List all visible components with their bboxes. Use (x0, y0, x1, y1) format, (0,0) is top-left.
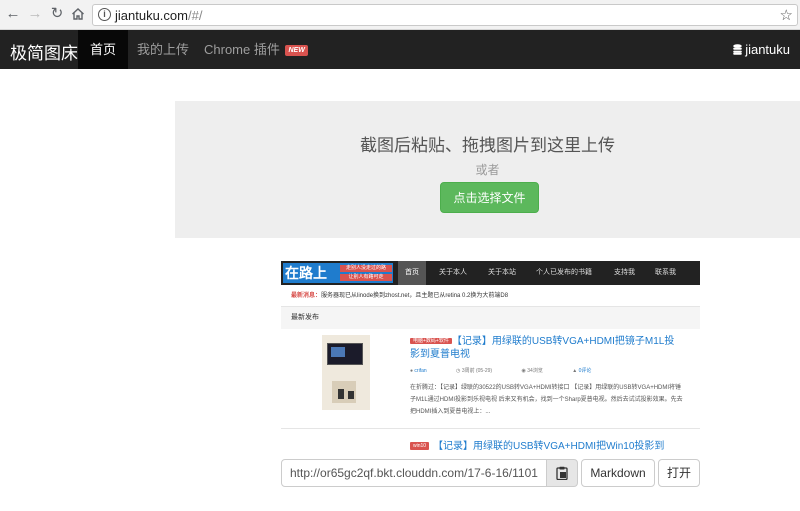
user-menu[interactable]: jiantuku (733, 30, 790, 69)
preview-post-category: 电脑+数码+软件 (410, 338, 452, 344)
address-bar[interactable]: i jiantuku.com/#/ ☆ (92, 4, 798, 26)
preview-logo-text: 在路上 (285, 265, 327, 281)
upload-dropzone[interactable]: 截图后粘贴、拖拽图片到这里上传 或者 点击选择文件 (175, 101, 800, 238)
reload-icon[interactable]: ↻ (48, 5, 66, 23)
back-icon[interactable]: ← (4, 5, 22, 23)
site-navbar: 极简图床 首页 我的上传 Chrome 插件 NEW jiantuku (0, 30, 800, 69)
url-path: /#/ (187, 8, 203, 23)
preview-post-views: ◉ 34浏览 (521, 368, 543, 374)
info-icon[interactable]: i (98, 8, 111, 21)
preview-post-comments: ▲ 0评论 (572, 368, 592, 374)
bookmark-star-icon[interactable]: ☆ (780, 6, 793, 24)
preview-post-author: ● crifan (410, 368, 427, 374)
url-host: jiantuku.com (115, 8, 188, 23)
copy-button[interactable] (546, 459, 578, 487)
open-button[interactable]: 打开 (658, 459, 700, 487)
preview-post-date: ◷ 3周前 (05-29) (456, 368, 493, 374)
brand-logo[interactable]: 极简图床 (10, 39, 78, 64)
preview-nav-item: 关于本站 (488, 269, 516, 276)
uploaded-image-preview: 在路上 走别人没走过的路 让别人有路可走 首页 关于本人 关于本站 个人已发布的… (281, 261, 700, 457)
upload-or-text: 或者 (475, 163, 500, 177)
preview-nav-item: 个人已发布的书籍 (536, 269, 592, 276)
clipboard-icon (556, 466, 568, 480)
preview-tv-image (327, 343, 363, 365)
browser-toolbar: ← → ↻ i jiantuku.com/#/ ☆ (0, 0, 800, 30)
preview-notice-label: 最新消息： (291, 293, 322, 299)
home-icon[interactable] (69, 5, 87, 23)
new-badge: NEW (285, 45, 308, 57)
database-icon (733, 44, 742, 55)
preview-logo-tagline-1: 走别人没走过的路 (340, 265, 392, 272)
preview-section-title: 最新发布 (291, 314, 319, 321)
preview-notice-bar: 最新消息：服务器现已从linode换到zhost.net，且主题已从retina… (281, 286, 700, 307)
preview-nav-item: 支持我 (614, 269, 635, 276)
image-url-field[interactable] (281, 459, 547, 487)
preview-post2-title: 【记录】用绿联的USB转VGA+HDMI把Win10投影到 (433, 441, 665, 452)
preview-site-navbar: 在路上 走别人没走过的路 让别人有路可走 首页 关于本人 关于本站 个人已发布的… (281, 261, 700, 285)
markdown-button[interactable]: Markdown (581, 459, 655, 487)
preview-divider (281, 428, 700, 429)
preview-post2-category: win10 (410, 442, 430, 450)
username: jiantuku (745, 42, 790, 57)
nav-home[interactable]: 首页 (78, 30, 129, 69)
nav-chrome-plugin-label: Chrome 插件 (204, 42, 280, 57)
upload-title: 截图后粘贴、拖拽图片到这里上传 (360, 136, 615, 155)
nav-my-uploads[interactable]: 我的上传 (137, 30, 189, 69)
address-url: jiantuku.com/#/ (115, 8, 202, 23)
preview-logo-tagline-2: 让别人有路可走 (340, 274, 392, 281)
choose-file-button[interactable]: 点击选择文件 (440, 182, 539, 213)
preview-post-meta: ● crifan ◷ 3周前 (05-29) ◉ 34浏览 ▲ 0评论 (410, 367, 619, 374)
preview-nav-item: 联系我 (655, 269, 676, 276)
preview-nav-item: 关于本人 (439, 269, 467, 276)
preview-post-excerpt: 在折腾过：【记录】绿联的30522的USB转VGA+HDMI转接口 【记录】用绿… (410, 385, 683, 415)
preview-notice-text: 服务器现已从linode换到zhost.net，且主题已从retina 0.2换… (321, 293, 509, 299)
forward-icon[interactable]: → (26, 5, 44, 23)
preview-post-thumbnail (322, 335, 370, 410)
nav-chrome-plugin[interactable]: Chrome 插件 NEW (204, 30, 308, 69)
preview-nav-item: 首页 (398, 261, 426, 285)
preview-section-header: 最新发布 (281, 307, 700, 329)
preview-post-title: 电脑+数码+软件 【记录】用绿联的USB转VGA+HDMI把镜子M1L投影到夏普电… (410, 335, 680, 361)
preview-logo: 在路上 走别人没走过的路 让别人有路可走 (283, 263, 393, 283)
